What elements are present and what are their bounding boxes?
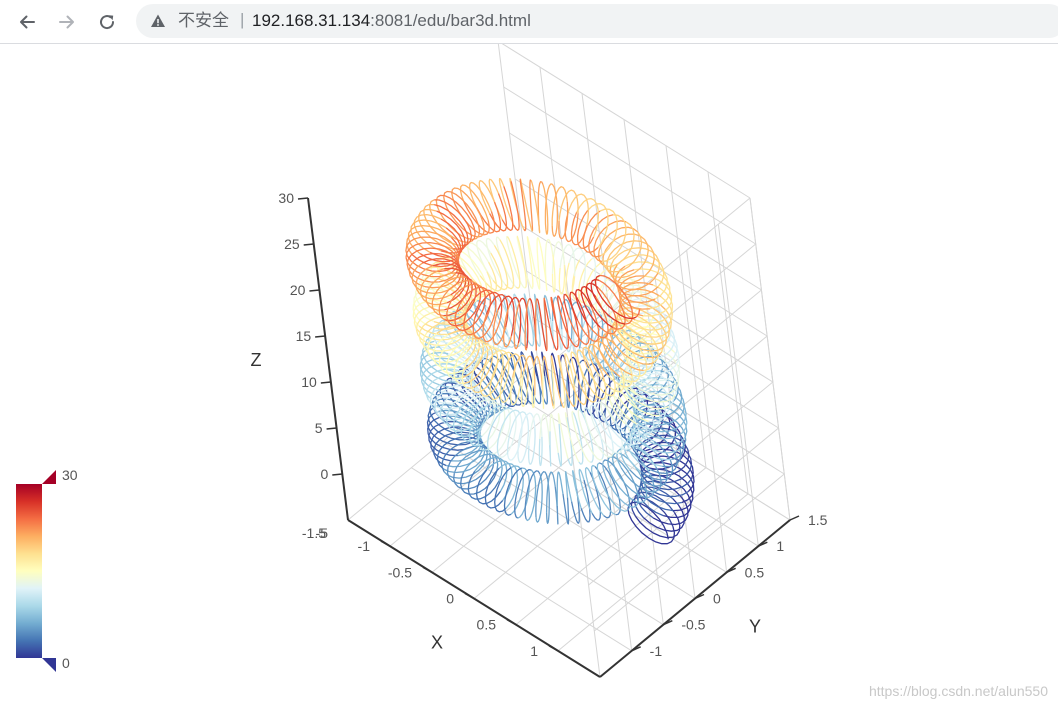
y-tick-label: -1	[650, 643, 663, 659]
x-tick-mark	[422, 566, 433, 573]
forward-button[interactable]	[53, 8, 81, 36]
back-button[interactable]	[13, 8, 41, 36]
security-status-label[interactable]: 不安全	[178, 11, 229, 31]
reload-icon	[100, 15, 115, 30]
helix-segment	[557, 423, 563, 467]
helix-segment	[544, 238, 554, 280]
helix-segment	[558, 264, 566, 295]
visual-map[interactable]: 30 0	[16, 467, 78, 672]
z-tick-mark	[303, 243, 314, 246]
helix-segment	[502, 304, 513, 348]
z-tick-mark	[315, 335, 326, 338]
z-tick-label: 20	[290, 282, 306, 298]
z-axis-title: Z	[251, 350, 262, 370]
z-tick-label: 15	[296, 328, 312, 344]
grid-line-wall-z	[503, 86, 756, 245]
z-tick-label: 10	[301, 374, 317, 390]
y-tick-label: 1.5	[808, 512, 828, 528]
url-host: 192.168.31.134	[252, 11, 371, 30]
browser-toolbar: 不安全 | 192.168.31.134:8081/edu/bar3d.html	[0, 0, 1058, 44]
helix-segment	[548, 431, 552, 467]
helix-segment	[568, 247, 586, 288]
watermark-text: https://blog.csdn.net/alun550	[868, 683, 1048, 699]
helix-segment	[549, 413, 559, 453]
grid-line-wall-y	[717, 224, 759, 547]
helix-segment	[536, 237, 542, 285]
z-tick-mark	[320, 381, 331, 384]
grid-line-wall-x	[707, 171, 749, 494]
x-tick-label: 0	[446, 591, 454, 607]
visual-map-min-handle	[42, 658, 56, 672]
visual-map-max-label: 30	[62, 467, 78, 483]
helix-curve-series	[405, 177, 695, 545]
y-tick-label: 0	[713, 591, 721, 607]
helix-segment	[527, 428, 536, 465]
url-separator: |	[240, 10, 245, 29]
x-tick-label: -0.5	[388, 564, 412, 580]
z-tick-label: 30	[278, 190, 294, 206]
x-tick-label: -1	[358, 538, 371, 554]
chart-3d-canvas[interactable]: 051015202530-1-0.500.51 -1-0.500.511.5-1.…	[0, 44, 1058, 708]
helix-segment	[469, 181, 492, 212]
helix-segment	[556, 471, 564, 506]
grid-line-wall-y	[749, 197, 791, 521]
x-tick-label: 1	[530, 643, 538, 659]
url-text[interactable]: 192.168.31.134:8081/edu/bar3d.html	[252, 11, 531, 31]
z-tick-mark	[326, 427, 337, 430]
address-bar[interactable]: 不安全 | 192.168.31.134:8081/edu/bar3d.html	[136, 4, 1058, 38]
helix-segment	[564, 470, 573, 502]
reload-button[interactable]	[93, 8, 121, 36]
z-tick-label: 5	[315, 420, 323, 436]
x-tick-mark	[380, 540, 391, 547]
helix-segment	[517, 420, 530, 464]
visual-map-min-label: 0	[62, 655, 70, 671]
x-axis-title: X	[431, 633, 443, 653]
z-tick-mark	[309, 289, 320, 292]
helix-segment	[538, 436, 543, 467]
helix-segment	[570, 488, 580, 524]
helix-segment	[467, 470, 500, 500]
helix-segment	[542, 360, 545, 409]
z-tick-mark	[332, 473, 343, 476]
y-tick-label: -0.5	[681, 617, 705, 633]
warning-triangle-icon	[151, 14, 165, 27]
x-tick-mark	[548, 645, 559, 652]
helix-segment	[478, 179, 496, 214]
y-axis-title: Y	[749, 617, 761, 637]
visual-map-gradient-bar	[16, 484, 42, 658]
visual-map-max-handle	[42, 470, 56, 484]
x-tick-mark	[464, 592, 475, 600]
arrow-left-icon	[20, 15, 35, 29]
x-tick-label: 0.5	[477, 617, 497, 633]
z-tick-label: 0	[320, 466, 328, 482]
helix-segment	[588, 214, 614, 258]
y-tick-label: 1	[776, 538, 784, 554]
z-tick-mark	[297, 197, 309, 200]
arrow-right-icon	[59, 15, 74, 29]
url-path: :8081/edu/bar3d.html	[370, 11, 531, 30]
x-tick-mark	[506, 619, 517, 626]
z-corner-tick-label: -5	[316, 525, 329, 541]
y-tick-mark	[789, 515, 800, 521]
y-tick-label: 0.5	[745, 564, 765, 580]
z-tick-label: 25	[284, 236, 300, 252]
